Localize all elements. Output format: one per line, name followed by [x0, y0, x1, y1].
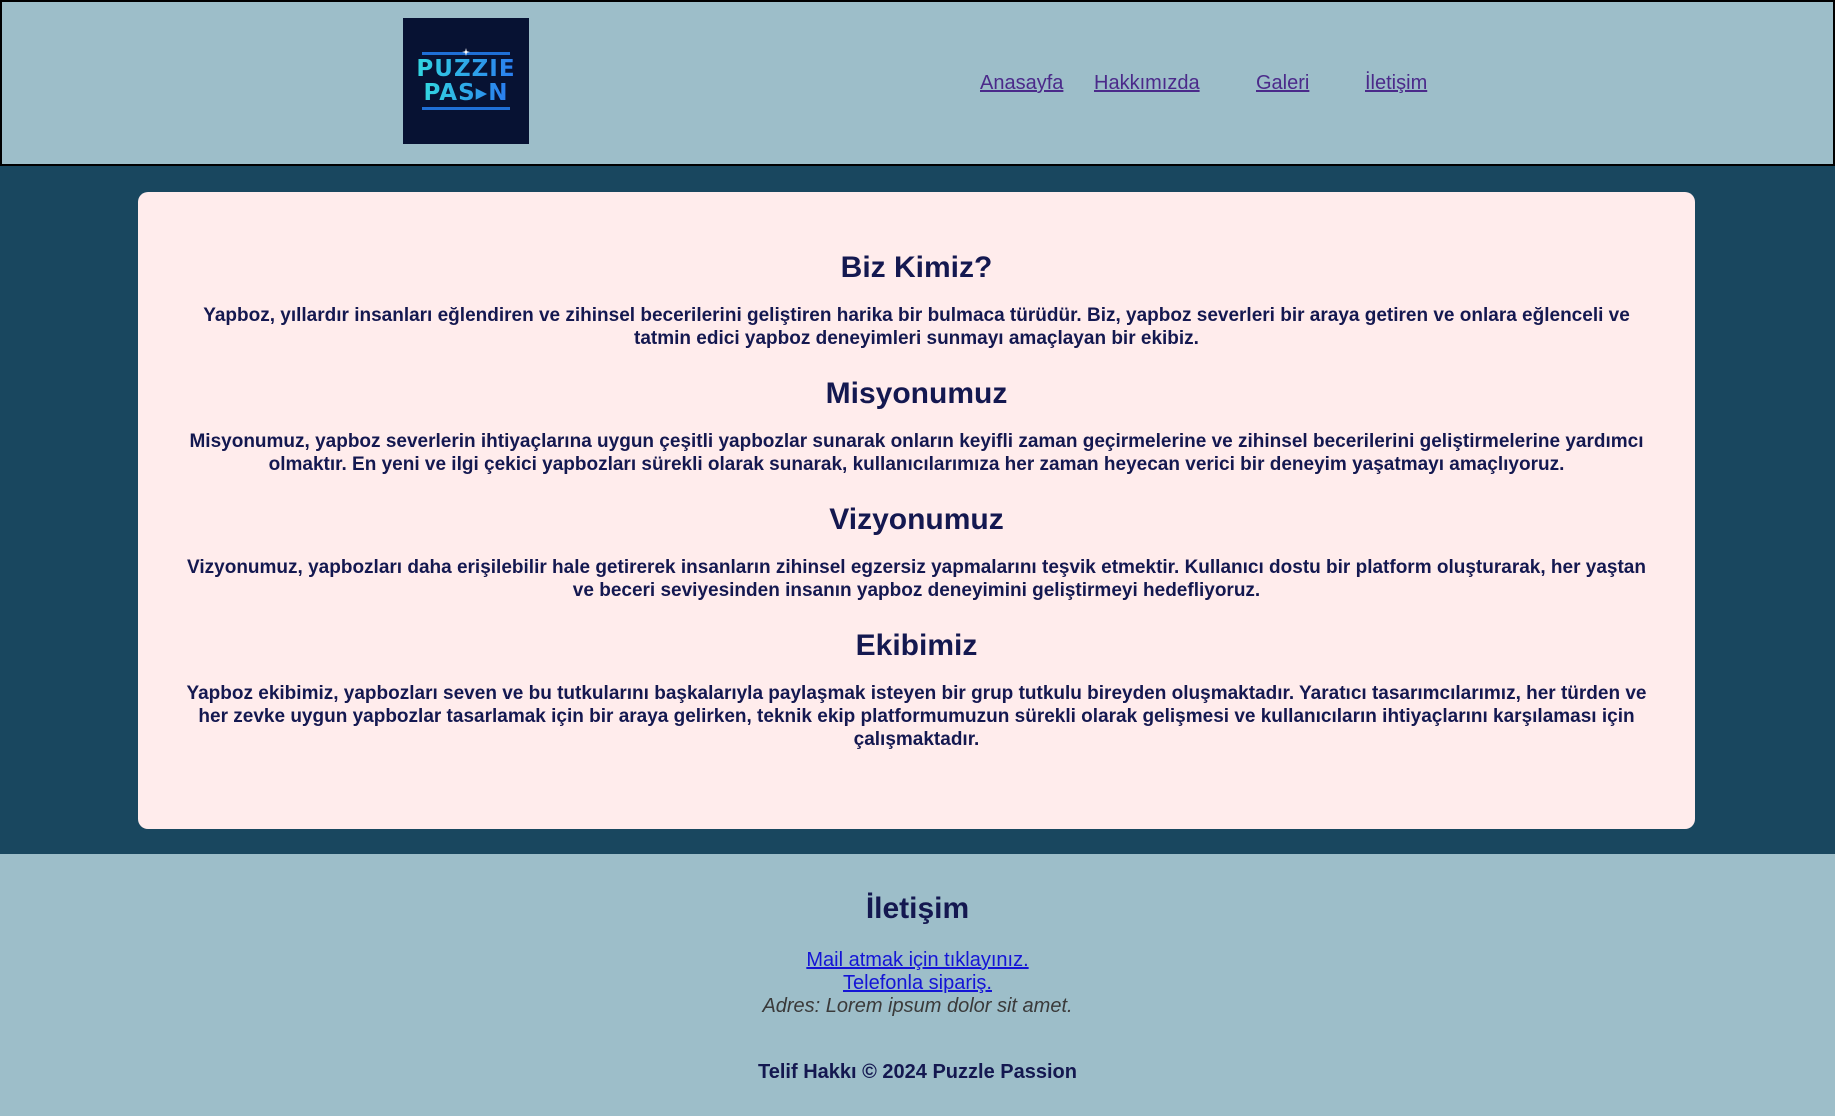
nav-link-iletisim[interactable]: İletişim	[1365, 72, 1427, 95]
contact-links: Mail atmak için tıklayınız. Telefonla si…	[0, 949, 1835, 1018]
about-card: Biz Kimiz? Yapboz, yıllardır insanları e…	[138, 192, 1695, 829]
section-heading: Misyonumuz	[825, 377, 1008, 410]
address-text: Adres: Lorem ipsum dolor sit amet.	[762, 995, 1073, 1017]
nav-link-hakkimizda[interactable]: Hakkımızda	[1094, 72, 1200, 95]
mail-link[interactable]: Mail atmak için tıklayınız.	[806, 949, 1028, 972]
section-text: Yapboz ekibimiz, yapbozları seven ve bu …	[186, 683, 1647, 750]
footer-title: İletişim	[865, 892, 970, 925]
section-text: Misyonumuz, yapboz severlerin ihtiyaçlar…	[189, 431, 1644, 475]
section-misyonumuz: Misyonumuz Misyonumuz, yapboz severlerin…	[176, 376, 1657, 476]
logo-divider	[422, 107, 510, 110]
site-footer: İletişim Mail atmak için tıklayınız. Tel…	[0, 854, 1835, 1116]
section-heading: Vizyonumuz	[829, 503, 1004, 536]
section-text: Vizyonumuz, yapbozları daha erişilebilir…	[187, 557, 1646, 601]
section-text: Yapboz, yıllardır insanları eğlendiren v…	[203, 305, 1630, 349]
phone-link[interactable]: Telefonla sipariş.	[843, 972, 992, 995]
section-vizyonumuz: Vizyonumuz Vizyonumuz, yapbozları daha e…	[176, 502, 1657, 602]
site-header: PUZZIE PAS▸N Anasayfa Hakkımızda Galeri …	[0, 0, 1835, 166]
section-heading: Ekibimiz	[855, 629, 978, 662]
nav-link-anasayfa[interactable]: Anasayfa	[980, 72, 1063, 95]
main-nav: Anasayfa Hakkımızda Galeri İletişim	[2, 72, 1833, 96]
copyright-text: Telif Hakkı © 2024 Puzzle Passion	[758, 1061, 1077, 1083]
section-heading: Biz Kimiz?	[840, 251, 993, 284]
section-ekibimiz: Ekibimiz Yapboz ekibimiz, yapbozları sev…	[176, 628, 1657, 751]
section-biz-kimiz: Biz Kimiz? Yapboz, yıllardır insanları e…	[176, 250, 1657, 350]
nav-link-galeri[interactable]: Galeri	[1256, 72, 1309, 95]
